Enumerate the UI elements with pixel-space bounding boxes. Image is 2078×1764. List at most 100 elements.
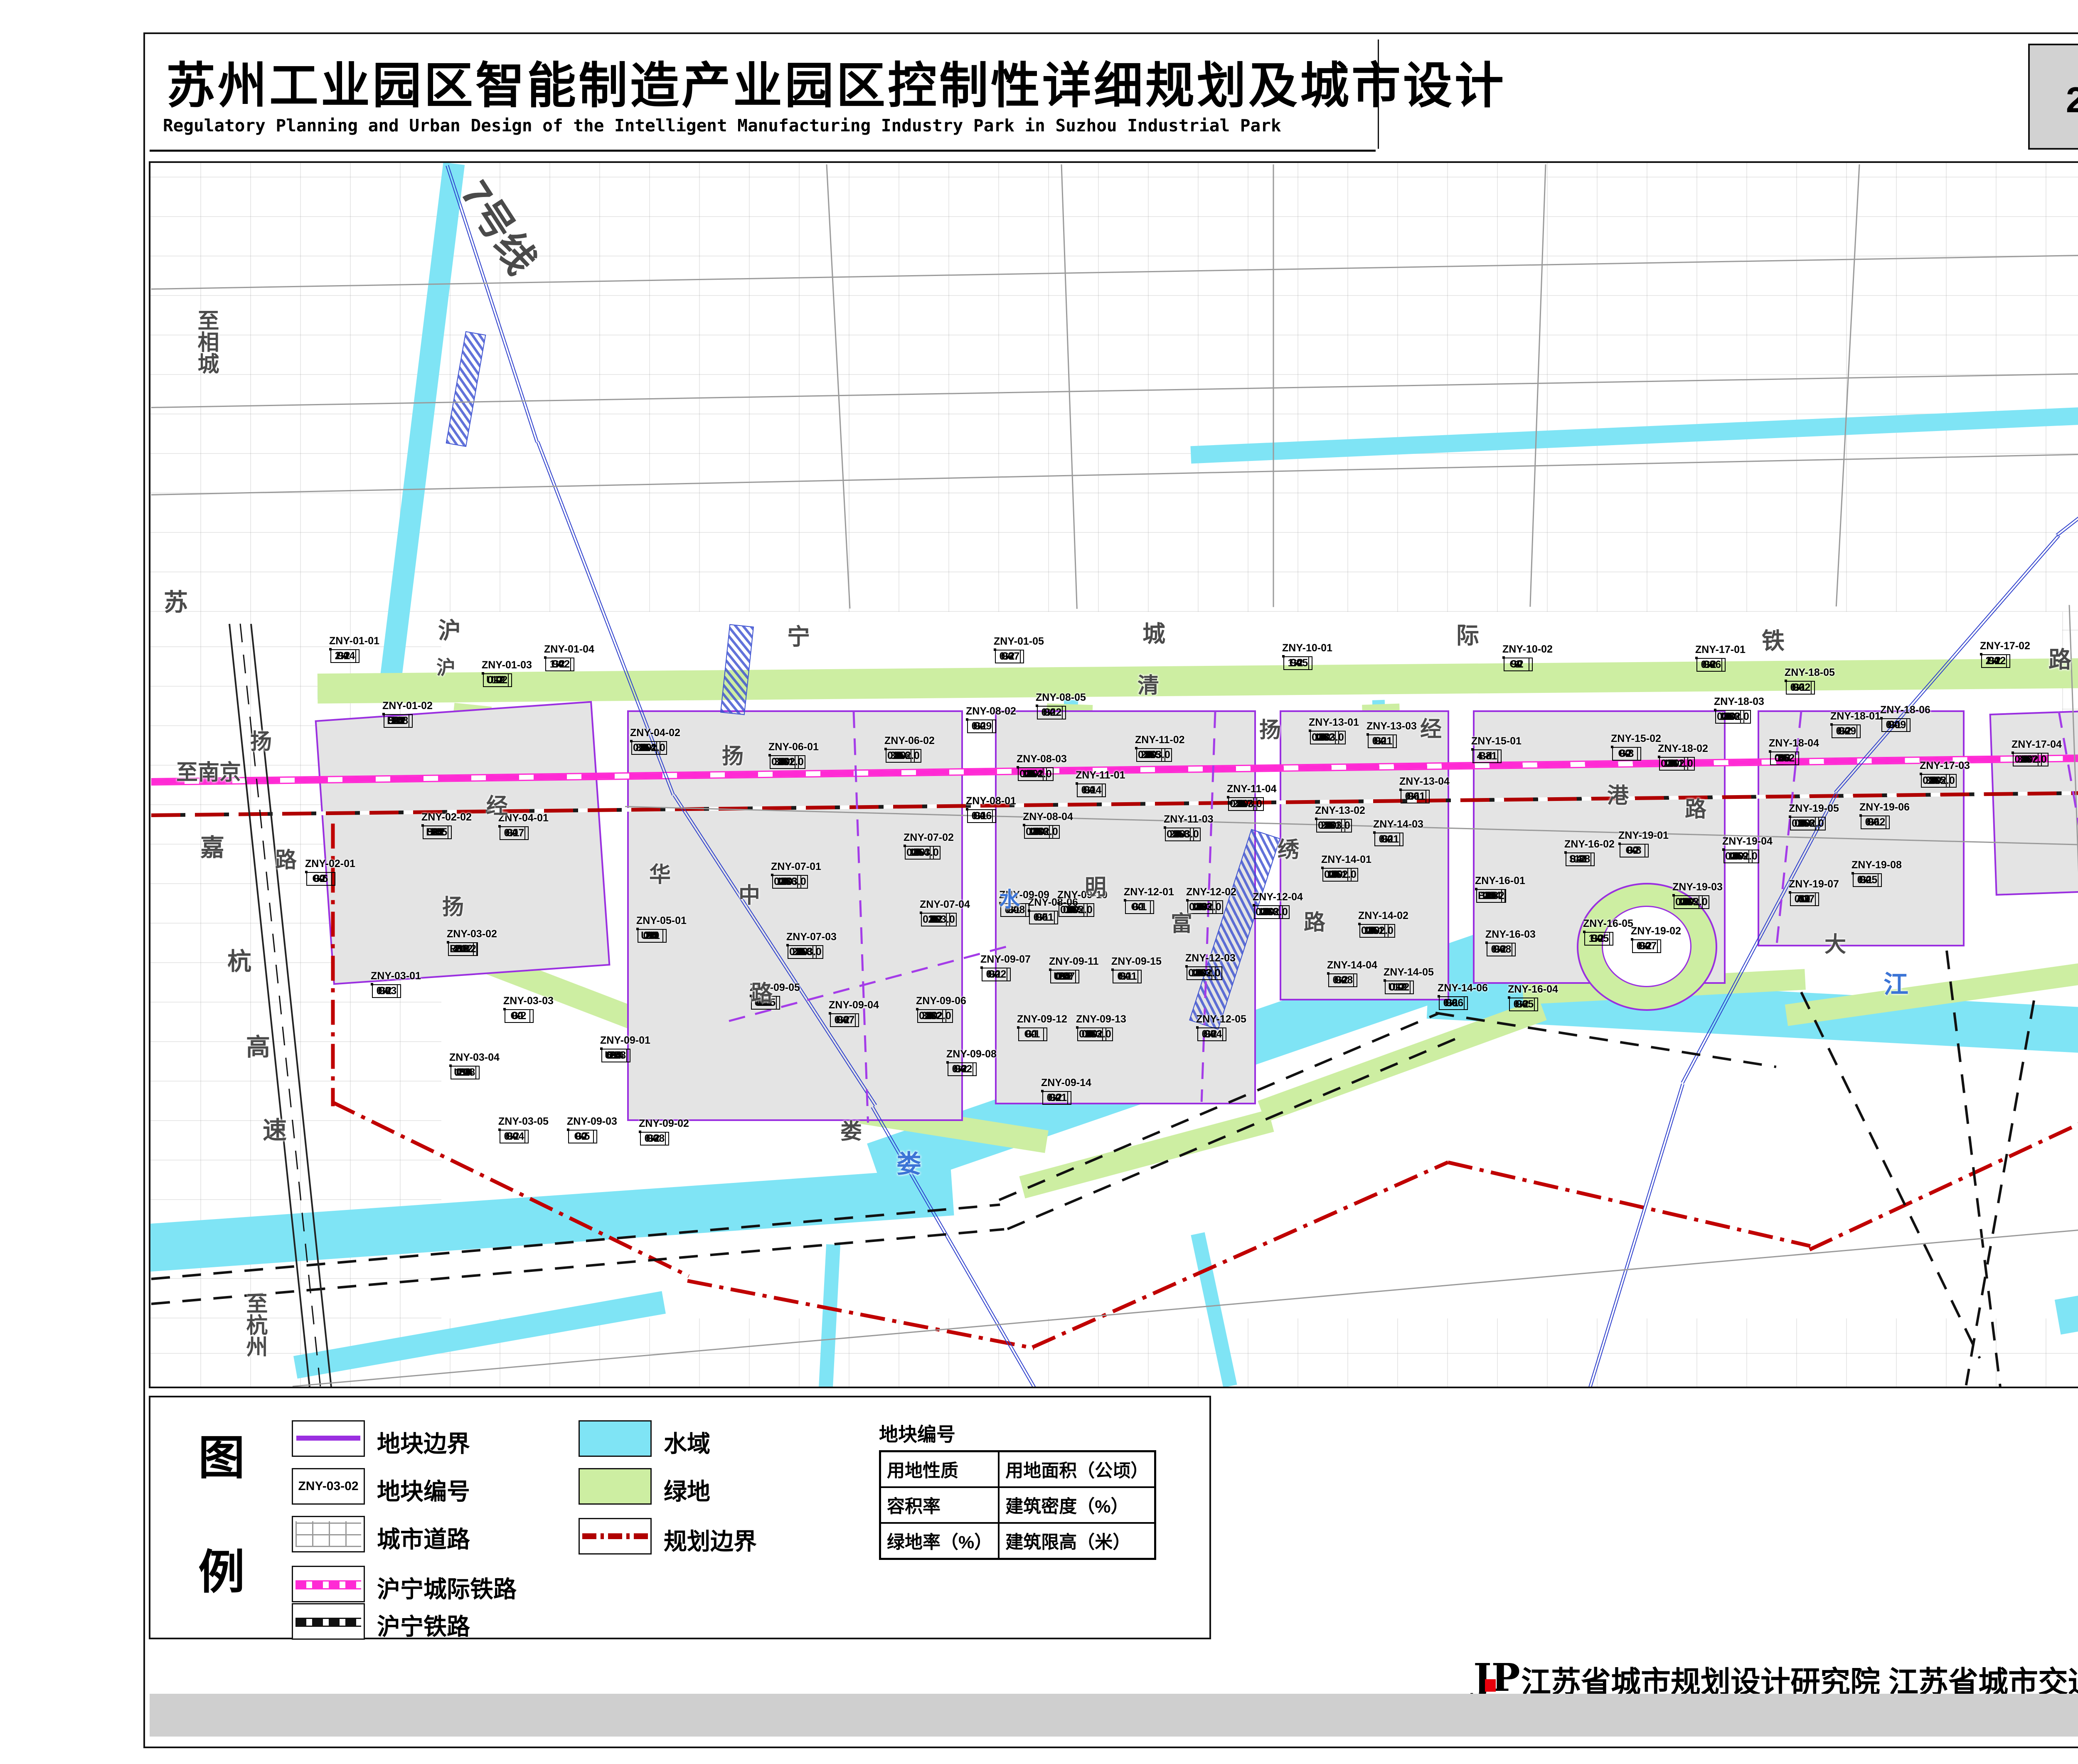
parcel-id: ZNY-18-05 <box>1785 667 1838 679</box>
parcel-box-ZNY-10-01: ZNY-10-01G21.45--90- <box>1282 642 1335 655</box>
parcel-id: ZNY-03-02 <box>447 928 500 940</box>
parcel-cell: 30 <box>917 1009 946 1023</box>
parcel-id: ZNY-14-06 <box>1438 982 1491 994</box>
parcel-indicator-table: M3.870.8-2.0402530 <box>2012 751 2014 754</box>
parcel-cell: - <box>1328 973 1357 987</box>
map-label-扬: 扬 <box>442 889 464 921</box>
parcel-cell: 24 <box>601 1049 630 1062</box>
parcel-cell: - <box>1861 815 1890 829</box>
parcel-indicator-table: S410.38---12 <box>1564 851 1567 854</box>
parcel-id: ZNY-08-02 <box>966 705 1019 717</box>
parcel-id: ZNY-09-01 <box>600 1035 653 1047</box>
map-label-大: 大 <box>1824 927 1846 958</box>
map-label-水: 水 <box>999 883 1020 913</box>
parcel-cell: - <box>1439 996 1468 1010</box>
parcel-indicator-table: M1.750.8-2.0402530 <box>1672 894 1675 897</box>
parcel-cell: 30 <box>1077 1027 1106 1041</box>
parcel-box-ZNY-17-04: ZNY-17-04M3.870.8-2.0402530 <box>2012 739 2065 751</box>
parcel-indicator-table: B1B21.542502024 <box>1475 888 1477 890</box>
parcel-indicator-table: G20.68--90- <box>1485 941 1488 944</box>
parcel-cell: 30 <box>1674 895 1703 909</box>
parcel-indicator-table: G10.21--90- <box>1373 831 1376 834</box>
parcel-key-table: 地块编号 用地性质用地面积（公顷）容积率建筑密度（%）绿地率（%）建筑限高（米） <box>879 1419 1128 1560</box>
map-label-明: 明 <box>1085 870 1106 901</box>
parcel-box-ZNY-04-02: ZNY-04-02M8.140.8-2.0402530 <box>630 727 683 740</box>
map-label-至相城: 至相城 <box>191 309 222 374</box>
parcel-cell: 30 <box>1659 757 1688 771</box>
map-label-杭: 杭 <box>227 942 251 977</box>
parcel-id: ZNY-03-01 <box>371 970 424 982</box>
parcel-indicator-table: B125.552502024 <box>421 824 424 827</box>
parcel-indicator-table: G20.04--90- <box>498 1128 501 1131</box>
parcel-indicator-table: B1B24.122.5502080 <box>447 941 449 944</box>
parcel-cell: - <box>1042 1091 1071 1105</box>
parcel-id: ZNY-13-04 <box>1399 776 1453 788</box>
parcel-id: ZNY-12-04 <box>1253 891 1306 903</box>
parcel-key-title: 地块编号 <box>879 1419 1128 1447</box>
parcel-indicator-table: G20.54--90- <box>1196 1026 1199 1029</box>
parcel-box-ZNY-08-03: ZNY-08-03M1.140.8-2.0402530 <box>1017 753 1070 766</box>
parcel-box-ZNY-19-03: ZNY-19-03M1.750.8-2.0402530 <box>1672 881 1726 894</box>
page-title: 苏州工业园区智能制造产业园区控制性详细规划及城市设计 <box>166 46 1506 117</box>
map-label-际: 际 <box>1456 617 1479 650</box>
parcel-indicator-table: B125.082502024 <box>382 713 385 715</box>
parcel-box-ZNY-06-02: ZNY-06-02M3.160.8-2.0402530 <box>884 735 938 748</box>
parcel-box-ZNY-16-03: ZNY-16-03G20.68--90- <box>1485 929 1539 941</box>
parcel-cell: - <box>1374 833 1403 846</box>
parcel-cell: - <box>1487 943 1516 956</box>
parcel-box-ZNY-09-11: ZNY-09-11U120.670.4302024 <box>1049 956 1102 968</box>
metro-hatch <box>720 624 754 715</box>
sheet-label: 29-容量指标规划图 <box>2066 71 2078 123</box>
parcel-box-ZNY-17-02: ZNY-17-02G22.12--90- <box>1980 640 2033 653</box>
parcel-box-ZNY-09-15: ZNY-09-15G10.11--90- <box>1111 956 1165 968</box>
parcel-cell: - <box>967 809 996 823</box>
parcel-indicator-table: G10.1--90- <box>1124 899 1126 902</box>
parcel-box-ZNY-10-02: ZNY-10-02G21--90- <box>1502 643 1556 656</box>
parcel-id: ZNY-18-01 <box>1830 710 1883 722</box>
parcel-key-cell: 绿地率（%） <box>880 1523 999 1559</box>
parcel-box-ZNY-01-02: ZNY-01-02B125.082502024 <box>382 700 436 713</box>
parcel-indicator-table: M1.820.8-3.0402530 <box>1309 729 1311 732</box>
parcel-box-ZNY-03-02: ZNY-03-02B1B24.122.5502080 <box>447 928 500 941</box>
parcel-cell: - <box>1853 873 1882 887</box>
parcel-cell: - <box>372 984 401 998</box>
parcel-indicator-table: G10.22--90- <box>980 966 983 969</box>
parcel-box-ZNY-16-02: ZNY-16-02S410.38---12 <box>1564 838 1618 851</box>
map-label-绣: 绣 <box>1278 832 1299 863</box>
parcel-indicator-table: G20.86--90- <box>1695 657 1698 659</box>
parcel-box-ZNY-19-06: ZNY-19-06G10.62--90- <box>1859 801 1913 814</box>
bound-line <box>1448 1160 1811 1248</box>
header-divider <box>1378 39 1379 149</box>
parcel-cell: 30 <box>631 741 660 755</box>
parcel-cell: - <box>640 1132 669 1146</box>
parcel-indicator-table: M3.310.8-2.0402530 <box>768 754 771 756</box>
parcel-box-ZNY-09-02: ZNY-09-02G20.38--90- <box>639 1118 692 1131</box>
legend-swatch-parcel-boundary <box>292 1420 365 1457</box>
parcel-cell: - <box>568 1130 597 1143</box>
parcel-id: ZNY-14-02 <box>1358 910 1411 922</box>
parcel-box-ZNY-18-01: ZNY-18-01G20.29--90- <box>1830 710 1883 723</box>
parcel-id: ZNY-11-03 <box>1164 813 1217 825</box>
parcel-id: ZNY-10-01 <box>1282 642 1335 654</box>
parcel-cell: - <box>500 1130 529 1143</box>
parcel-box-ZNY-09-12: ZNY-09-12G10.1--90- <box>1017 1013 1070 1026</box>
parcel-cell: - <box>1472 749 1502 763</box>
parcel-indicator-table: U217.90.4302024 <box>636 928 639 930</box>
green-space <box>318 656 2078 703</box>
parcel-indicator-table: M1.360.8-3.0402530 <box>771 874 773 876</box>
parcel-key-cell: 用地面积（公顷） <box>999 1451 1155 1488</box>
parcel-box-ZNY-09-03: ZNY-09-03G20.5--90- <box>567 1116 620 1128</box>
parcel-id: ZNY-07-01 <box>771 861 824 873</box>
parcel-id: ZNY-13-02 <box>1315 805 1368 817</box>
parcel-id: ZNY-01-03 <box>482 659 535 671</box>
water-body <box>2055 1231 2078 1335</box>
parcel-box-ZNY-07-03: ZNY-07-03M2.180.8-3.0402530 <box>786 931 840 944</box>
plan-map: ZNY-01-01G22.14--90-ZNY-01-02B125.082502… <box>149 161 2078 1388</box>
parcel-cell: 24 <box>423 825 452 839</box>
parcel-indicator-table: G20.37--90- <box>994 648 996 651</box>
parcel-id: ZNY-12-01 <box>1124 886 1177 898</box>
parcel-id: ZNY-18-03 <box>1714 696 1767 708</box>
parcel-indicator-table: G10.32--90- <box>1785 680 1787 682</box>
page-subtitle: Regulatory Planning and Urban Design of … <box>163 116 1281 136</box>
parcel-id: ZNY-09-13 <box>1076 1013 1129 1025</box>
